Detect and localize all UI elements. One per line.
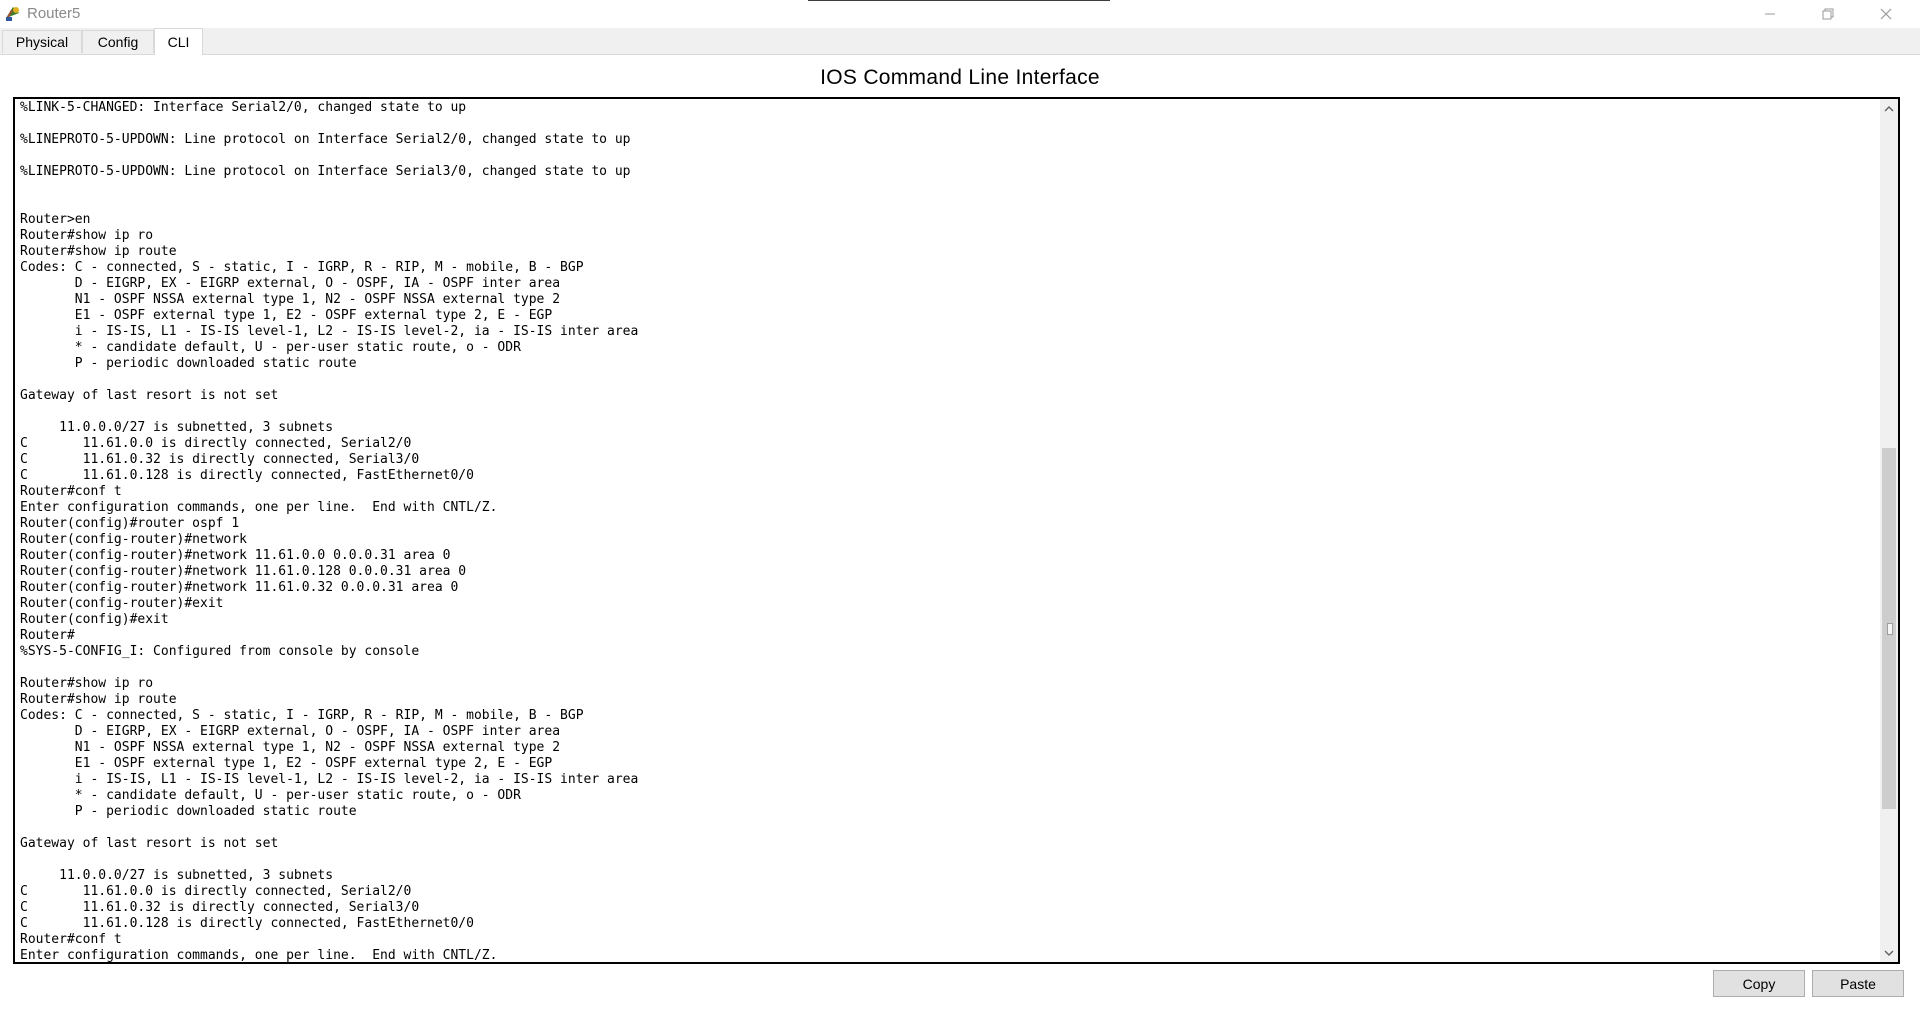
window-titlebar: Router5 (0, 0, 1920, 28)
scrollbar-grip (1887, 623, 1893, 635)
minimize-icon[interactable] (1741, 0, 1799, 28)
title-drag-marker (808, 0, 1110, 1)
cli-console[interactable]: %LINK-5-CHANGED: Interface Serial2/0, ch… (13, 97, 1900, 964)
router-app-icon (4, 4, 22, 22)
console-scrollbar[interactable] (1880, 99, 1898, 962)
tab-cli[interactable]: CLI (154, 28, 203, 55)
close-icon[interactable] (1857, 0, 1915, 28)
copy-button[interactable]: Copy (1713, 970, 1805, 997)
console-output[interactable]: %LINK-5-CHANGED: Interface Serial2/0, ch… (20, 100, 638, 962)
paste-button[interactable]: Paste (1812, 970, 1904, 997)
window-title: Router5 (27, 5, 81, 22)
scroll-up-icon[interactable] (1880, 99, 1898, 117)
tab-physical[interactable]: Physical (2, 30, 82, 53)
cli-panel: IOS Command Line Interface %LINK-5-CHANG… (0, 55, 1920, 1023)
restore-icon[interactable] (1799, 0, 1857, 28)
page-title: IOS Command Line Interface (820, 66, 1100, 89)
scroll-down-icon[interactable] (1880, 944, 1898, 962)
scrollbar-thumb[interactable] (1882, 448, 1896, 809)
tab-config[interactable]: Config (82, 30, 154, 53)
tab-strip: Physical Config CLI (0, 28, 1920, 55)
